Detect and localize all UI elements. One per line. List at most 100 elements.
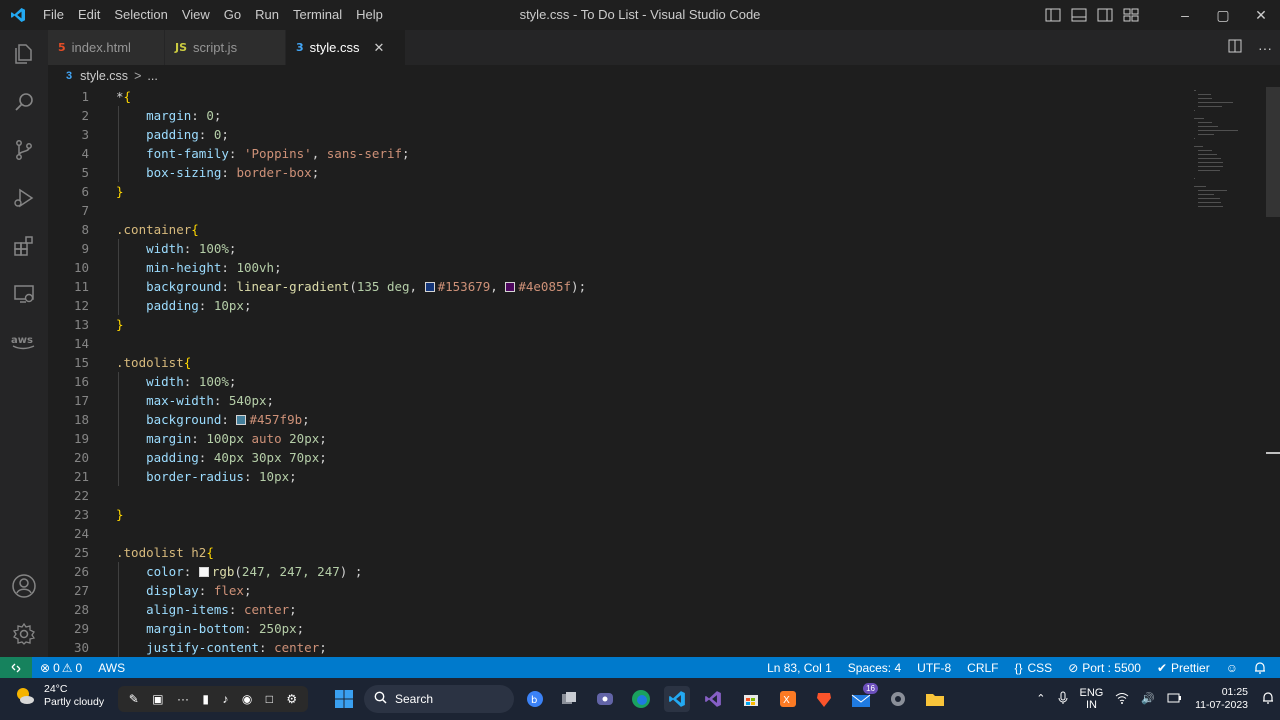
remote-explorer-icon[interactable] <box>0 270 48 318</box>
menu-go[interactable]: Go <box>217 0 248 30</box>
search-icon[interactable] <box>0 78 48 126</box>
extensions-icon[interactable] <box>0 222 48 270</box>
code-line[interactable]: 20 padding: 40px 30px 70px; <box>48 448 1188 467</box>
prettier-status[interactable]: ✔ Prettier <box>1149 661 1218 675</box>
menu-terminal[interactable]: Terminal <box>286 0 349 30</box>
problems-indicator[interactable]: ⊗ 0 ⚠ 0 <box>32 661 90 675</box>
scrollbar-thumb[interactable] <box>1266 87 1280 217</box>
customize-layout-icon[interactable] <box>1118 0 1144 30</box>
menu-run[interactable]: Run <box>248 0 286 30</box>
teams-chat-icon[interactable] <box>592 686 618 712</box>
code-line[interactable]: 26 color: rgb(247, 247, 247) ; <box>48 562 1188 581</box>
tab-style-css[interactable]: 3 style.css ✕ <box>286 30 406 65</box>
webcam-icon[interactable]: ◉ <box>242 692 252 706</box>
menu-file[interactable]: File <box>36 0 71 30</box>
code-line[interactable]: 27 display: flex; <box>48 581 1188 600</box>
end-of-line[interactable]: CRLF <box>959 661 1006 675</box>
run-debug-icon[interactable] <box>0 174 48 222</box>
taskbar-search[interactable]: Search <box>364 685 514 713</box>
speaker-icon[interactable]: ♪ <box>222 692 228 706</box>
pen-icon[interactable]: ✎ <box>129 692 139 706</box>
live-server-port[interactable]: ⊘ Port : 5500 <box>1060 661 1149 675</box>
brave-browser-icon[interactable] <box>811 686 837 712</box>
code-line[interactable]: 6} <box>48 182 1188 201</box>
code-line[interactable]: 9 width: 100%; <box>48 239 1188 258</box>
volume-icon[interactable]: 🔊 <box>1135 693 1161 705</box>
code-line[interactable]: 21 border-radius: 10px; <box>48 467 1188 486</box>
vscode-taskbar-icon[interactable] <box>664 686 690 712</box>
menu-selection[interactable]: Selection <box>107 0 174 30</box>
code-line[interactable]: 23} <box>48 505 1188 524</box>
code-line[interactable]: 19 margin: 100px auto 20px; <box>48 429 1188 448</box>
task-view-icon[interactable] <box>556 686 582 712</box>
code-line[interactable]: 30 justify-content: center; <box>48 638 1188 657</box>
weather-widget[interactable]: 24°C Partly cloudy <box>14 683 104 709</box>
color-swatch[interactable] <box>198 567 209 577</box>
settings-app-icon[interactable] <box>885 686 911 712</box>
code-line[interactable]: 11 background: linear-gradient(135 deg, … <box>48 277 1188 296</box>
code-line[interactable]: 7 <box>48 201 1188 220</box>
color-swatch[interactable] <box>236 415 247 425</box>
menu-help[interactable]: Help <box>349 0 390 30</box>
windows-start-icon[interactable] <box>331 686 357 712</box>
editor-scrollbar[interactable] <box>1266 87 1280 657</box>
mail-icon[interactable]: 16 <box>848 683 878 712</box>
toggle-sidebar-icon[interactable] <box>1040 0 1066 30</box>
code-line[interactable]: 13} <box>48 315 1188 334</box>
code-line[interactable]: 3 padding: 0; <box>48 125 1188 144</box>
explorer-icon[interactable] <box>0 30 48 78</box>
code-line[interactable]: 10 min-height: 100vh; <box>48 258 1188 277</box>
code-line[interactable]: 25 .todolist h2{ <box>48 543 1188 562</box>
settings-gear-icon[interactable] <box>0 610 48 658</box>
microphone-icon[interactable]: ▮ <box>202 692 209 706</box>
color-swatch[interactable] <box>505 282 516 292</box>
camera-icon[interactable]: ▣ <box>152 692 163 706</box>
code-line[interactable]: 28 align-items: center; <box>48 600 1188 619</box>
code-line[interactable]: 5 box-sizing: border-box; <box>48 163 1188 182</box>
menu-edit[interactable]: Edit <box>71 0 107 30</box>
file-explorer-icon[interactable] <box>922 686 948 712</box>
code-line[interactable]: 29 margin-bottom: 250px; <box>48 619 1188 638</box>
split-editor-icon[interactable] <box>1220 39 1250 56</box>
edge-browser-icon[interactable] <box>628 686 654 712</box>
close-tab-icon[interactable]: ✕ <box>374 40 385 56</box>
clock[interactable]: 01:25 11-07-2023 <box>1187 686 1256 712</box>
breadcrumb-file[interactable]: style.css <box>80 69 128 83</box>
source-control-icon[interactable] <box>0 126 48 174</box>
code-line[interactable]: 15 .todolist{ <box>48 353 1188 372</box>
aws-status[interactable]: AWS <box>90 661 133 675</box>
aws-icon[interactable]: aws <box>0 318 48 366</box>
window-icon[interactable]: □ <box>266 692 273 706</box>
code-line[interactable]: 8 .container{ <box>48 220 1188 239</box>
toggle-panel-icon[interactable] <box>1066 0 1092 30</box>
maximize-button[interactable]: ▢ <box>1204 0 1242 30</box>
accounts-icon[interactable] <box>0 562 48 610</box>
notification-icon[interactable] <box>1256 691 1280 707</box>
code-line[interactable]: 16 width: 100%; <box>48 372 1188 391</box>
chevron-up-icon[interactable]: ⌃ <box>1030 693 1051 705</box>
code-line[interactable]: 22 <box>48 486 1188 505</box>
language-mode[interactable]: {} CSS <box>1007 661 1061 675</box>
breadcrumb-more[interactable]: ... <box>147 69 157 83</box>
indentation[interactable]: Spaces: 4 <box>840 661 909 675</box>
color-swatch[interactable] <box>424 282 435 292</box>
xampp-icon[interactable]: X <box>775 686 801 712</box>
close-window-button[interactable]: ✕ <box>1242 0 1280 30</box>
store-icon[interactable] <box>738 686 764 712</box>
input-language[interactable]: ENG IN <box>1074 687 1110 711</box>
code-line[interactable]: 14 <box>48 334 1188 353</box>
visual-studio-icon[interactable] <box>700 686 726 712</box>
settings-icon[interactable]: ⚙ <box>286 692 297 706</box>
menu-view[interactable]: View <box>175 0 217 30</box>
minimap[interactable] <box>1190 87 1250 222</box>
code-line[interactable]: 17 max-width: 540px; <box>48 391 1188 410</box>
code-line[interactable]: 18 background: #457f9b; <box>48 410 1188 429</box>
notifications-bell-icon[interactable] <box>1246 661 1274 674</box>
tab-script-js[interactable]: JS script.js <box>165 30 286 65</box>
tab-index-html[interactable]: 5 index.html <box>48 30 165 65</box>
code-line[interactable]: 4 font-family: 'Poppins', sans-serif; <box>48 144 1188 163</box>
code-line[interactable]: 24 <box>48 524 1188 543</box>
code-line[interactable]: 12 padding: 10px; <box>48 296 1188 315</box>
code-editor[interactable]: 1 *{2 margin: 0; 3 padding: 0; 4 font-famil… <box>48 87 1268 657</box>
copilot-icon[interactable]: b <box>522 686 548 712</box>
